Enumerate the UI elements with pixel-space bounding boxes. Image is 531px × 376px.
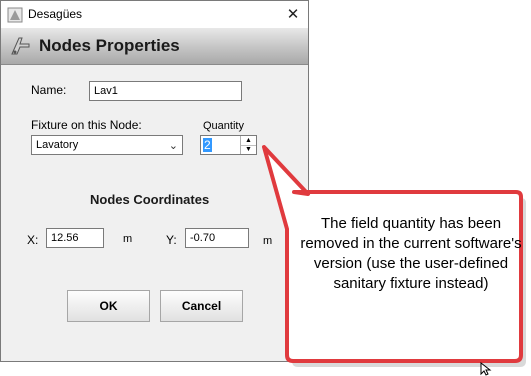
annotation-text: The field quantity has been removed in t… (300, 215, 522, 292)
mouse-cursor-icon (480, 362, 492, 376)
annotation-callout (262, 145, 526, 367)
